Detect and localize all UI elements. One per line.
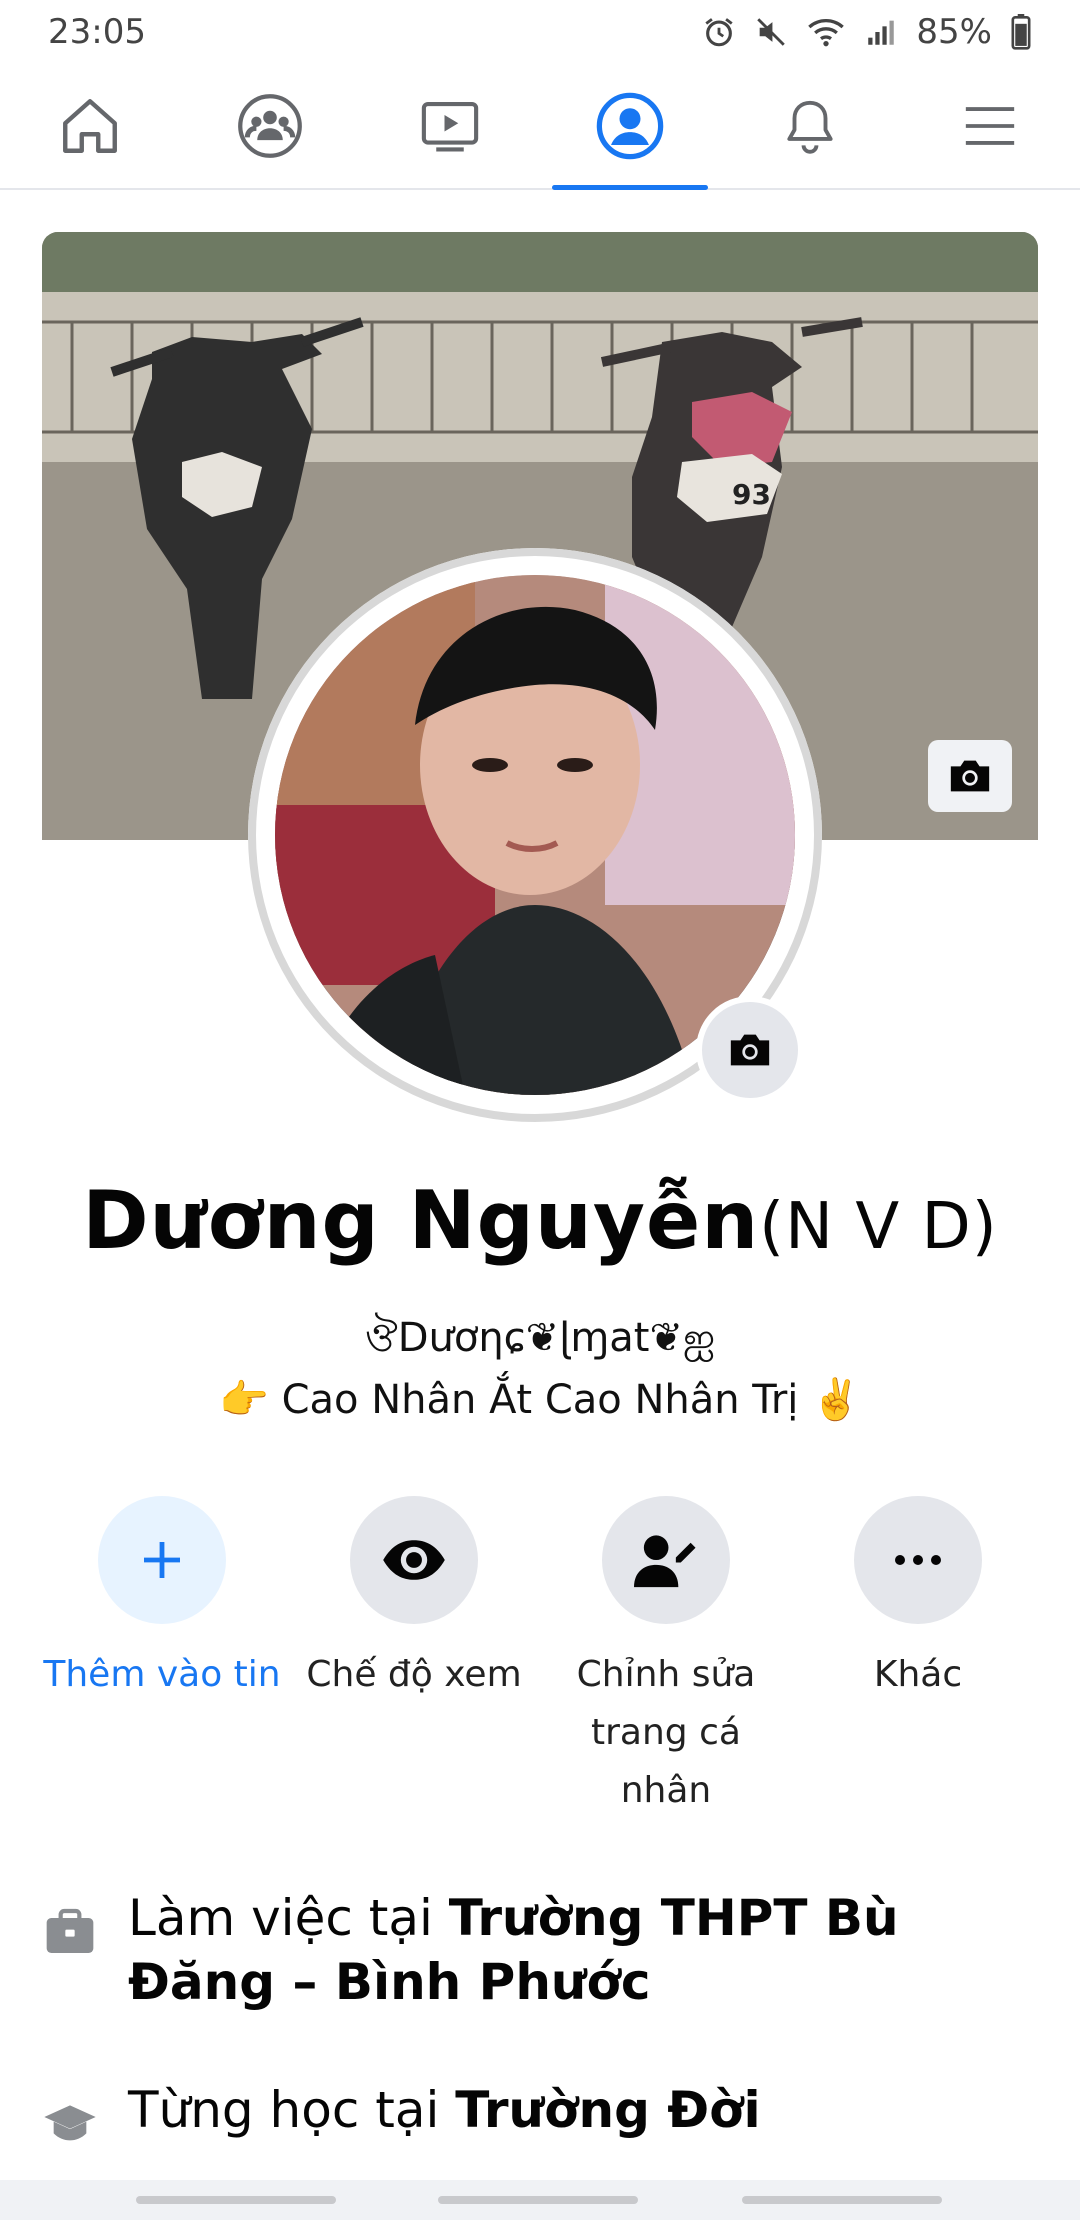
- bottom-handle-center: [438, 2196, 638, 2204]
- bottom-handle-left: [136, 2196, 336, 2204]
- profile-page: 23:05 85% 93 Dương Nguyễn(N V D) ঔDươηɕ❦…: [0, 0, 1080, 2220]
- battery-percent: 85%: [916, 12, 992, 52]
- info-study-text: Từng học tại Trường Đời: [128, 2078, 761, 2142]
- more-circle: [854, 1496, 982, 1624]
- battery-icon: [1011, 14, 1031, 50]
- profile-actions: Thêm vào tin Chế độ xem Chỉnh sửa trang …: [42, 1496, 1038, 1820]
- status-icons: 85%: [702, 12, 1032, 52]
- watch-icon: [421, 101, 479, 152]
- edit-profile-icon: [634, 1535, 696, 1588]
- camera-icon: [730, 1034, 770, 1066]
- info-study-prefix: Từng học tại: [128, 2081, 456, 2139]
- edit-cover-button[interactable]: [928, 740, 1012, 812]
- tab-menu[interactable]: [900, 64, 1080, 188]
- bio-line-1: ঔDươηɕ❦ɭɱat❦ஐ: [364, 1315, 716, 1361]
- tab-groups[interactable]: [180, 64, 360, 188]
- tab-profile[interactable]: [540, 64, 720, 190]
- view-as-circle: [350, 1496, 478, 1624]
- add-to-story-circle: [98, 1496, 226, 1624]
- bell-icon: [787, 100, 833, 154]
- more-icon: [895, 1555, 941, 1565]
- eye-icon: [383, 1540, 445, 1580]
- view-as-button[interactable]: Chế độ xem: [294, 1496, 534, 1820]
- info-study: Từng học tại Trường Đời: [42, 2078, 1038, 2152]
- tab-home[interactable]: [0, 64, 180, 188]
- add-to-story-label: Thêm vào tin: [43, 1654, 281, 1695]
- info-study-place[interactable]: Trường Đời: [455, 2081, 760, 2139]
- edit-profile-circle: [602, 1496, 730, 1624]
- profile-name: Dương Nguyễn(N V D): [0, 1174, 1080, 1267]
- profile-icon: [596, 92, 664, 160]
- edit-profile-label: Chỉnh sửa trang cá nhân: [576, 1654, 756, 1811]
- edit-profile-button[interactable]: Chỉnh sửa trang cá nhân: [546, 1496, 786, 1820]
- bio-line-2: 👉 Cao Nhân Ắt Cao Nhân Trị ✌️: [219, 1377, 861, 1423]
- svg-text:93: 93: [732, 478, 771, 511]
- tab-watch[interactable]: [360, 64, 540, 188]
- info-work-prefix: Làm việc tại: [128, 1889, 449, 1947]
- status-time: 23:05: [48, 12, 146, 52]
- info-work-text: Làm việc tại Trường THPT Bù Đăng – Bình …: [128, 1886, 1038, 2014]
- briefcase-icon: [46, 1908, 94, 1953]
- profile-nickname: (N V D): [759, 1190, 998, 1264]
- menu-icon: [965, 107, 1015, 145]
- bottom-handle-right: [742, 2196, 942, 2204]
- add-to-story-button[interactable]: Thêm vào tin: [42, 1496, 282, 1820]
- signal-icon: [868, 20, 895, 45]
- status-bar: 23:05 85%: [0, 0, 1080, 64]
- more-button[interactable]: Khác: [798, 1496, 1038, 1820]
- more-label: Khác: [873, 1654, 963, 1695]
- camera-icon: [950, 760, 990, 792]
- alarm-icon: [705, 18, 734, 47]
- home-icon: [63, 99, 117, 153]
- view-as-label: Chế độ xem: [306, 1654, 522, 1695]
- tab-notifications[interactable]: [720, 64, 900, 188]
- groups-icon: [238, 94, 302, 158]
- plus-icon: [144, 1542, 180, 1578]
- edit-profile-picture-button[interactable]: [696, 996, 804, 1104]
- mute-icon: [757, 18, 786, 46]
- graduation-cap-icon: [44, 2105, 96, 2141]
- wifi-icon: [808, 19, 845, 47]
- info-work: Làm việc tại Trường THPT Bù Đăng – Bình …: [42, 1886, 1038, 2014]
- profile-display-name: Dương Nguyễn: [82, 1174, 760, 1267]
- top-navigation: [0, 64, 1080, 190]
